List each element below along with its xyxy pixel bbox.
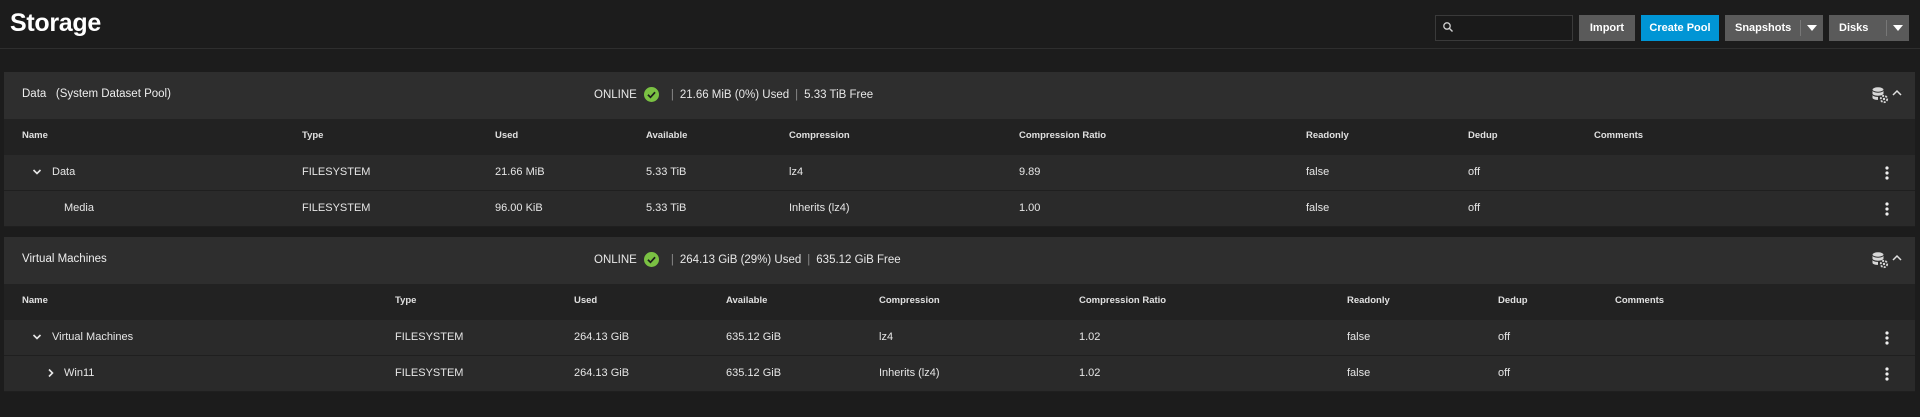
dataset-name: Data bbox=[52, 166, 76, 178]
col-comments[interactable]: Comments bbox=[1594, 130, 1643, 141]
search-box[interactable] bbox=[1435, 15, 1573, 41]
pool-tag: (System Dataset Pool) bbox=[55, 88, 171, 100]
disks-label: Disks bbox=[1839, 22, 1869, 34]
col-compression[interactable]: Compression bbox=[879, 295, 940, 306]
pool-card-data: Data (System Dataset Pool) ONLINE | 21.6… bbox=[4, 72, 1915, 227]
col-type[interactable]: Type bbox=[302, 130, 323, 141]
chevron-up-icon[interactable] bbox=[1891, 252, 1903, 264]
check-circle-icon bbox=[643, 252, 659, 267]
pool-header[interactable]: Data (System Dataset Pool) ONLINE | 21.6… bbox=[4, 72, 1915, 119]
pool-name: Virtual Machines bbox=[22, 253, 107, 265]
more-vert-icon[interactable] bbox=[1885, 166, 1889, 180]
create-pool-button[interactable]: Create Pool bbox=[1641, 15, 1719, 41]
table-header: Name Type Used Available Compression Com… bbox=[4, 284, 1915, 321]
import-button[interactable]: Import bbox=[1579, 15, 1635, 41]
pool-free: 635.12 GiB Free bbox=[816, 253, 901, 266]
col-compression-ratio[interactable]: Compression Ratio bbox=[1019, 130, 1106, 141]
col-dedup[interactable]: Dedup bbox=[1468, 130, 1498, 141]
col-type[interactable]: Type bbox=[395, 295, 416, 306]
col-available[interactable]: Available bbox=[646, 130, 687, 141]
col-name[interactable]: Name bbox=[22, 130, 48, 141]
chevron-down-icon[interactable] bbox=[32, 167, 42, 177]
dataset-name: Win11 bbox=[64, 367, 95, 379]
disks-button[interactable]: Disks bbox=[1829, 15, 1909, 41]
dataset-name: Media bbox=[64, 202, 94, 214]
pool-header[interactable]: Virtual Machines ONLINE | 264.13 GiB (29… bbox=[4, 237, 1915, 284]
col-used[interactable]: Used bbox=[574, 295, 597, 306]
table-row[interactable]: Media FILESYSTEM 96.00 KiB 5.33 TiB Inhe… bbox=[4, 191, 1915, 227]
chevron-up-icon[interactable] bbox=[1891, 87, 1903, 99]
search-icon bbox=[1443, 22, 1453, 32]
pool-name: Data (System Dataset Pool) bbox=[22, 88, 171, 100]
col-readonly[interactable]: Readonly bbox=[1347, 295, 1390, 306]
disks-dropdown[interactable] bbox=[1887, 15, 1909, 41]
check-circle-icon bbox=[643, 87, 659, 102]
database-gear-icon[interactable] bbox=[1871, 251, 1889, 269]
more-vert-icon[interactable] bbox=[1885, 331, 1889, 345]
chevron-down-icon bbox=[1807, 25, 1817, 31]
database-gear-icon[interactable] bbox=[1871, 86, 1889, 104]
col-comments[interactable]: Comments bbox=[1615, 295, 1664, 306]
col-dedup[interactable]: Dedup bbox=[1498, 295, 1528, 306]
col-name[interactable]: Name bbox=[22, 295, 48, 306]
dataset-name: Virtual Machines bbox=[52, 331, 134, 343]
status-label: ONLINE bbox=[594, 253, 637, 266]
chevron-down-icon bbox=[1893, 25, 1903, 31]
more-vert-icon[interactable] bbox=[1885, 202, 1889, 216]
snapshots-dropdown[interactable] bbox=[1801, 15, 1823, 41]
col-compression-ratio[interactable]: Compression Ratio bbox=[1079, 295, 1166, 306]
pool-card-virtual-machines: Virtual Machines ONLINE | 264.13 GiB (29… bbox=[4, 237, 1915, 392]
toolbar: Import Create Pool Snapshots Disks bbox=[1435, 15, 1909, 41]
col-compression[interactable]: Compression bbox=[789, 130, 850, 141]
snapshots-button[interactable]: Snapshots bbox=[1725, 15, 1823, 41]
search-input[interactable] bbox=[1456, 16, 1566, 38]
pool-status: ONLINE | 264.13 GiB (29%) Used | 635.12 … bbox=[594, 252, 901, 267]
col-readonly[interactable]: Readonly bbox=[1306, 130, 1349, 141]
chevron-down-icon[interactable] bbox=[32, 332, 42, 342]
more-vert-icon[interactable] bbox=[1885, 367, 1889, 381]
table-row[interactable]: Win11 FILESYSTEM 264.13 GiB 635.12 GiB I… bbox=[4, 356, 1915, 392]
pool-status: ONLINE | 21.66 MiB (0%) Used | 5.33 TiB … bbox=[594, 87, 874, 102]
table-row[interactable]: Virtual Machines FILESYSTEM 264.13 GiB 6… bbox=[4, 320, 1915, 356]
col-used[interactable]: Used bbox=[495, 130, 518, 141]
chevron-right-icon[interactable] bbox=[46, 368, 56, 378]
table-header: Name Type Used Available Compression Com… bbox=[4, 119, 1915, 156]
table-row[interactable]: Data FILESYSTEM 21.66 MiB 5.33 TiB lz4 9… bbox=[4, 155, 1915, 191]
status-label: ONLINE bbox=[594, 88, 637, 101]
page-header: Storage Import Create Pool Snapshots Dis… bbox=[0, 0, 1920, 49]
snapshots-label: Snapshots bbox=[1735, 22, 1792, 34]
pool-free: 5.33 TiB Free bbox=[804, 88, 874, 101]
pool-used: 21.66 MiB (0%) Used bbox=[679, 88, 790, 101]
page-title: Storage bbox=[10, 9, 101, 37]
pool-used: 264.13 GiB (29%) Used bbox=[679, 253, 802, 266]
col-available[interactable]: Available bbox=[726, 295, 767, 306]
